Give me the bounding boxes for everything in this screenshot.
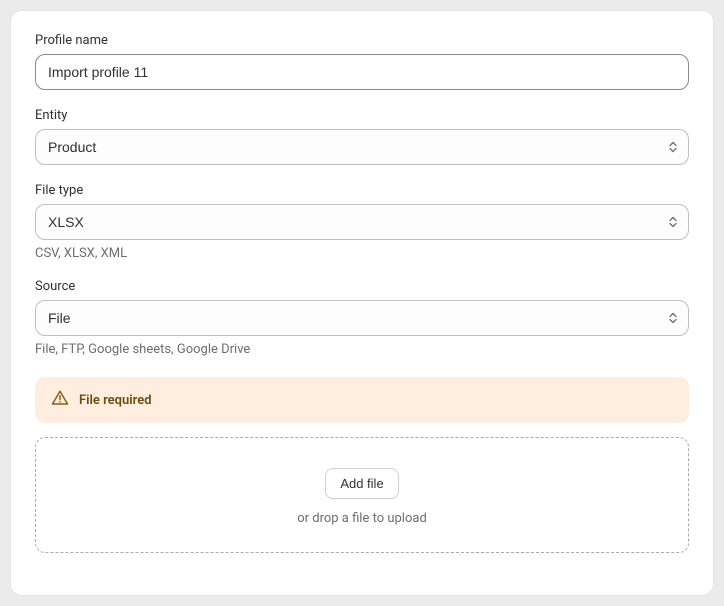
entity-field: Entity Product <box>35 108 689 165</box>
file-dropzone[interactable]: Add file or drop a file to upload <box>35 437 689 553</box>
profile-name-input[interactable] <box>35 54 689 90</box>
warning-text: File required <box>79 393 152 408</box>
file-type-field: File type XLSX CSV, XLSX, XML <box>35 183 689 261</box>
source-select[interactable]: File <box>35 300 689 336</box>
file-type-select[interactable]: XLSX <box>35 204 689 240</box>
dropzone-hint: or drop a file to upload <box>56 511 668 526</box>
form-card: Profile name Entity Product File type XL… <box>10 10 714 596</box>
entity-label: Entity <box>35 108 689 123</box>
profile-name-label: Profile name <box>35 33 689 48</box>
warning-banner: File required <box>35 377 689 423</box>
source-help: File, FTP, Google sheets, Google Drive <box>35 342 689 357</box>
warning-icon <box>51 389 69 411</box>
profile-name-field: Profile name <box>35 33 689 90</box>
source-field: Source File File, FTP, Google sheets, Go… <box>35 279 689 357</box>
add-file-button[interactable]: Add file <box>325 468 398 499</box>
source-label: Source <box>35 279 689 294</box>
entity-select[interactable]: Product <box>35 129 689 165</box>
file-type-help: CSV, XLSX, XML <box>35 246 689 261</box>
file-type-label: File type <box>35 183 689 198</box>
